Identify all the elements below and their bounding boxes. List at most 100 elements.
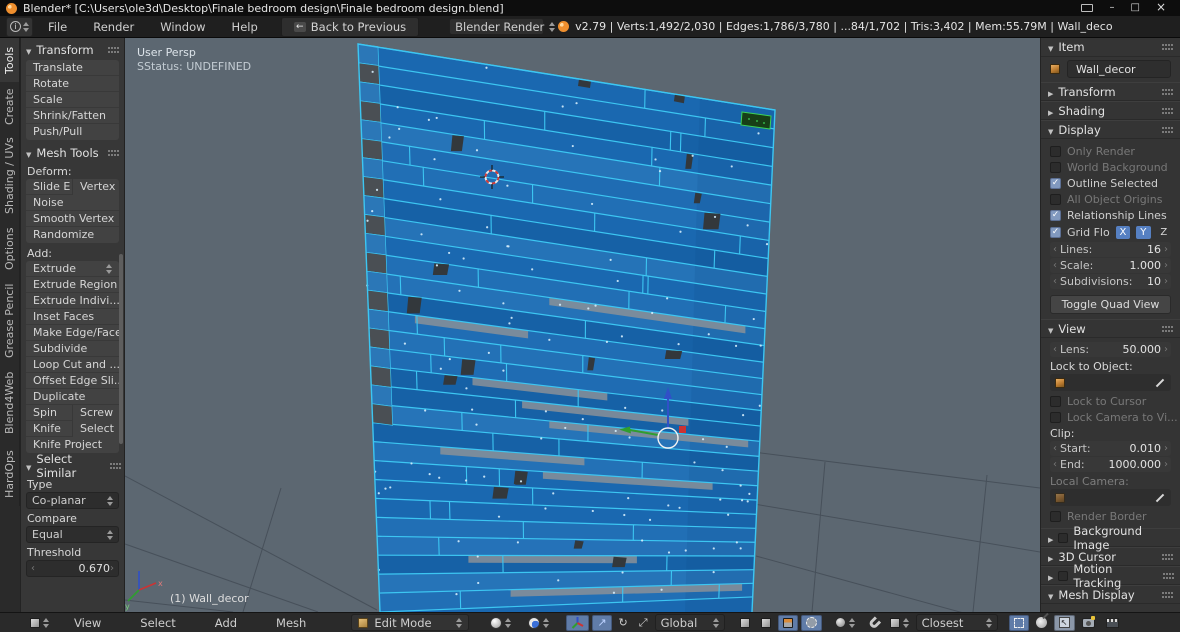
panel-grip-icon[interactable] [1162, 44, 1173, 50]
field-right-arrow-icon[interactable]: › [1164, 276, 1168, 287]
checkbox-icon[interactable] [1050, 510, 1061, 522]
toolshelf-scrollbar[interactable] [119, 254, 123, 444]
vertex-select-button[interactable] [736, 615, 754, 631]
scale-field[interactable]: ‹ Scale: 1.000 › [1050, 258, 1171, 273]
panel-header-display[interactable]: Display [1041, 120, 1180, 139]
slider-left-arrow-icon[interactable]: ‹ [31, 563, 35, 574]
field-left-arrow-icon[interactable]: ‹ [1053, 459, 1057, 470]
make-edge-face-button[interactable]: Make Edge/Face [26, 325, 119, 341]
panel-header-mesh-tools[interactable]: Mesh Tools [26, 144, 119, 162]
checkbox-checked-icon[interactable] [1050, 177, 1061, 189]
compare-select[interactable]: Equal [26, 526, 119, 543]
threshold-slider[interactable]: ‹ 0.670 › [26, 560, 119, 577]
snap-element-select[interactable] [886, 615, 913, 631]
field-right-arrow-icon[interactable]: › [1164, 260, 1168, 271]
only-render-row[interactable]: Only Render [1041, 143, 1180, 159]
duplicate-button[interactable]: Duplicate [26, 389, 119, 405]
field-left-arrow-icon[interactable]: ‹ [1053, 344, 1057, 355]
viewport-shading-select[interactable] [486, 615, 515, 631]
similar-type-select[interactable]: Co-planar [26, 492, 119, 509]
close-icon[interactable] [1156, 2, 1166, 14]
field-left-arrow-icon[interactable]: ‹ [1053, 443, 1057, 454]
proportional-edit-select[interactable] [831, 615, 859, 631]
back-to-previous-button[interactable]: Back to Previous [280, 16, 420, 37]
rotate-button[interactable]: Rotate [26, 76, 119, 92]
sample-button[interactable] [1032, 615, 1051, 631]
toggle-quad-view-button[interactable]: Toggle Quad View [1050, 295, 1171, 314]
panel-grip-icon[interactable] [1162, 572, 1173, 579]
field-left-arrow-icon[interactable]: ‹ [1053, 244, 1057, 255]
grid-y-toggle[interactable]: Y [1136, 225, 1151, 239]
snap-target-select[interactable]: Closest [915, 614, 998, 631]
pivot-center-select[interactable] [524, 615, 553, 631]
manipulator-rotate-button[interactable]: ↻ [615, 615, 632, 631]
panel-header-select-similar[interactable]: Select Similar [26, 452, 119, 480]
field-left-arrow-icon[interactable]: ‹ [1053, 260, 1057, 271]
checkbox-icon[interactable] [1050, 145, 1061, 157]
tab-blend4web[interactable]: Blend4Web [0, 364, 20, 442]
loop-cut-button[interactable]: Loop Cut and ... [26, 357, 119, 373]
screw-button[interactable]: Screw [72, 405, 119, 421]
panel-grip-icon[interactable] [1162, 553, 1173, 560]
field-left-arrow-icon[interactable]: ‹ [1053, 276, 1057, 287]
knife-button[interactable]: Knife [26, 421, 72, 437]
menu-view[interactable]: View [56, 616, 119, 630]
extrude-button[interactable]: Extrude [26, 261, 119, 277]
edge-select-button[interactable] [757, 615, 775, 631]
tab-grease-pencil[interactable]: Grease Pencil [0, 278, 20, 364]
checkbox-icon[interactable] [1050, 193, 1061, 205]
menu-window[interactable]: Window [149, 18, 216, 36]
editor-type-button[interactable] [26, 615, 53, 631]
spin-button[interactable]: Spin [26, 405, 72, 421]
slide-vertex-button[interactable]: Vertex [72, 179, 119, 195]
shrink-fatten-button[interactable]: Shrink/Fatten [26, 108, 119, 124]
lock-camera-row[interactable]: Lock Camera to Vi... [1041, 409, 1180, 425]
manipulator-toggle-button[interactable] [566, 614, 590, 631]
render-border-row[interactable]: Render Border [1041, 508, 1180, 524]
field-right-arrow-icon[interactable]: › [1164, 459, 1168, 470]
menu-file[interactable]: File [37, 18, 78, 36]
snap-toggle-button[interactable] [866, 615, 883, 631]
tab-hardops[interactable]: HardOps [0, 442, 20, 506]
panel-grip-icon[interactable] [1162, 591, 1173, 598]
panel-grip-icon[interactable] [108, 47, 119, 53]
local-camera-field[interactable] [1050, 489, 1171, 506]
extrude-stepper[interactable] [106, 261, 112, 276]
opengl-render-image-button[interactable] [1078, 615, 1099, 631]
menu-help[interactable]: Help [221, 18, 269, 36]
field-right-arrow-icon[interactable]: › [1164, 344, 1168, 355]
knife-project-button[interactable]: Knife Project [26, 437, 119, 453]
panel-header-mesh-display[interactable]: Mesh Display [1041, 585, 1180, 604]
randomize-button[interactable]: Randomize [26, 227, 119, 243]
slider-right-arrow-icon[interactable]: › [110, 563, 114, 574]
tab-shading-uvs[interactable]: Shading / UVs [0, 132, 20, 220]
snap-self-button[interactable] [1008, 614, 1029, 631]
object-name-field[interactable]: Wall_decor [1067, 60, 1171, 78]
eyedropper-icon[interactable] [1154, 378, 1166, 388]
menu-mesh[interactable]: Mesh [258, 616, 324, 630]
keyboard-layout-icon[interactable] [1081, 4, 1094, 12]
scale-button[interactable]: Scale [26, 92, 119, 108]
checkbox-icon[interactable] [1058, 570, 1069, 581]
field-right-arrow-icon[interactable]: › [1164, 244, 1168, 255]
editor-type-button[interactable] [6, 16, 33, 37]
push-pull-button[interactable]: Push/Pull [26, 124, 119, 140]
menu-select[interactable]: Select [122, 616, 193, 630]
render-engine-select[interactable]: Blender Render [449, 18, 544, 35]
grid-z-toggle[interactable]: Z [1157, 226, 1171, 239]
viewport-3d[interactable]: xy User Persp SStatus: UNDEFINED (1) Wal… [124, 38, 1041, 632]
clip-end-field[interactable]: ‹ End: 1000.000 › [1050, 457, 1171, 472]
opengl-render-animation-button[interactable] [1102, 615, 1123, 631]
manipulator-scale-button[interactable]: ⤢ [635, 615, 652, 631]
slide-edge-button[interactable]: Slide E [26, 179, 72, 195]
panel-header-shading[interactable]: Shading [1041, 101, 1180, 120]
panel-grip-icon[interactable] [109, 463, 119, 469]
tab-tools[interactable]: Tools [0, 38, 20, 82]
panel-grip-icon[interactable] [1162, 107, 1173, 114]
noise-button[interactable]: Noise [26, 195, 119, 211]
translate-button[interactable]: Translate [26, 60, 119, 76]
panel-header-background-image[interactable]: Background Image [1041, 524, 1180, 552]
lock-to-cursor-row[interactable]: Lock to Cursor [1041, 393, 1180, 409]
panel-header-view[interactable]: View [1041, 319, 1180, 338]
panel-grip-icon[interactable] [1162, 88, 1173, 95]
